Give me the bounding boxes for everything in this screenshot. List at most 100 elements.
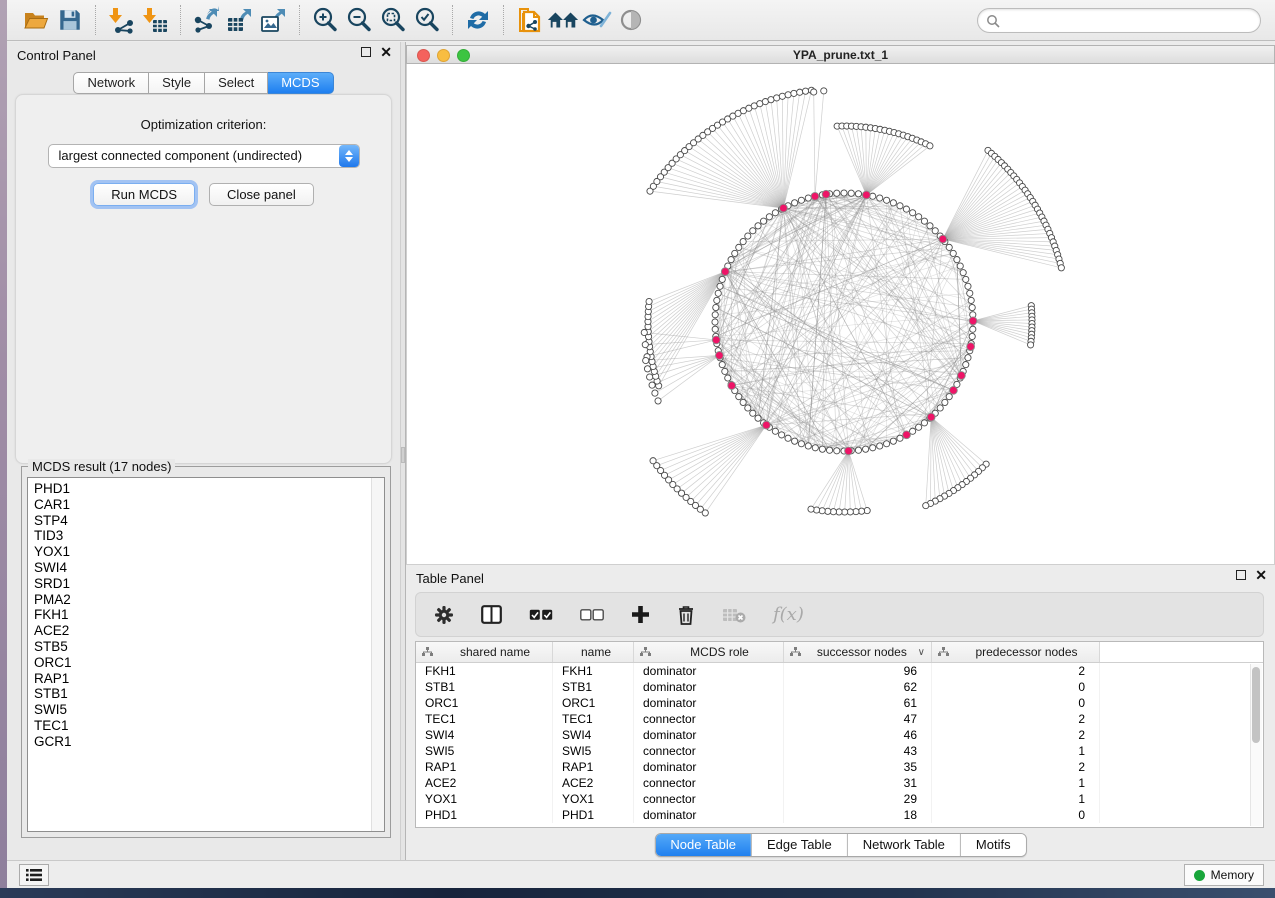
table-row[interactable]: SWI4SWI4dominator462 bbox=[416, 727, 1263, 743]
mcds-result-list[interactable]: PHD1CAR1STP4TID3YOX1SWI4SRD1PMA2FKH1ACE2… bbox=[27, 477, 385, 832]
toolbar-separator bbox=[95, 5, 96, 35]
select-all-icon[interactable] bbox=[529, 609, 553, 621]
network-canvas[interactable] bbox=[406, 64, 1275, 565]
table-row[interactable]: FKH1FKH1dominator962 bbox=[416, 663, 1263, 679]
save-session-icon[interactable] bbox=[53, 5, 87, 35]
network-graph[interactable] bbox=[407, 64, 1275, 565]
mcds-result-item[interactable]: SRD1 bbox=[34, 576, 384, 592]
mcds-list-scrollbar[interactable] bbox=[371, 478, 384, 831]
column-header-name[interactable]: name bbox=[553, 642, 634, 662]
close-panel-icon[interactable]: ✕ bbox=[380, 47, 392, 57]
tab-style[interactable]: Style bbox=[149, 72, 205, 94]
table-scrollbar[interactable] bbox=[1250, 664, 1262, 826]
zoom-fit-icon[interactable] bbox=[376, 5, 410, 35]
add-column-icon[interactable] bbox=[631, 605, 650, 624]
mcds-result-item[interactable]: SWI4 bbox=[34, 560, 384, 576]
deselect-all-icon[interactable] bbox=[580, 609, 604, 621]
status-bar: Memory bbox=[7, 860, 1275, 888]
mcds-result-item[interactable]: CAR1 bbox=[34, 497, 384, 513]
mcds-result-item[interactable]: ACE2 bbox=[34, 623, 384, 639]
table-row[interactable]: YOX1YOX1connector291 bbox=[416, 791, 1263, 807]
table-row[interactable]: TEC1TEC1connector472 bbox=[416, 711, 1263, 727]
table-scrollbar-thumb[interactable] bbox=[1252, 667, 1260, 743]
apply-layout-icon[interactable] bbox=[461, 5, 495, 35]
column-header-successor-nodes[interactable]: successor nodes∨ bbox=[784, 642, 932, 662]
mcds-result-item[interactable]: GCR1 bbox=[34, 734, 384, 750]
mcds-result-item[interactable]: STP4 bbox=[34, 513, 384, 529]
table-settings-icon[interactable] bbox=[434, 605, 454, 625]
tab-mcds[interactable]: MCDS bbox=[268, 72, 333, 94]
mcds-result-item[interactable]: YOX1 bbox=[34, 544, 384, 560]
table-tabs: Node TableEdge TableNetwork TableMotifs bbox=[654, 833, 1026, 857]
main-toolbar bbox=[7, 0, 1275, 41]
import-table-icon[interactable] bbox=[138, 5, 172, 35]
mcds-result-item[interactable]: PMA2 bbox=[34, 592, 384, 608]
splitter-grip-icon[interactable] bbox=[401, 447, 405, 463]
tab-select[interactable]: Select bbox=[205, 72, 268, 94]
mcds-result-title: MCDS result (17 nodes) bbox=[28, 459, 175, 474]
tab-edge-table[interactable]: Edge Table bbox=[751, 834, 847, 856]
maximize-window-icon[interactable] bbox=[457, 49, 470, 62]
select-stepper-icon bbox=[339, 145, 359, 167]
memory-button[interactable]: Memory bbox=[1184, 864, 1264, 886]
tab-network-table[interactable]: Network Table bbox=[847, 834, 960, 856]
table-header-row: shared namenameMCDS rolesuccessor nodes∨… bbox=[416, 642, 1263, 663]
mcds-result-item[interactable]: PHD1 bbox=[34, 481, 384, 497]
hide-selected-icon[interactable] bbox=[580, 5, 614, 35]
network-titlebar[interactable]: YPA_prune.txt_1 bbox=[406, 45, 1275, 64]
clone-network-icon[interactable] bbox=[512, 5, 546, 35]
apply-function-icon[interactable]: f(x) bbox=[773, 604, 804, 625]
mcds-result-item[interactable]: SWI5 bbox=[34, 702, 384, 718]
cytoscape-window: Control Panel ✕ NetworkStyleSelectMCDS O… bbox=[7, 0, 1275, 888]
table-row[interactable]: SWI5SWI5connector431 bbox=[416, 743, 1263, 759]
task-history-button[interactable] bbox=[19, 864, 49, 886]
toolbar-separator bbox=[180, 5, 181, 35]
close-table-panel-icon[interactable]: ✕ bbox=[1255, 570, 1267, 580]
close-window-icon[interactable] bbox=[417, 49, 430, 62]
mcds-result-item[interactable]: FKH1 bbox=[34, 607, 384, 623]
close-panel-button[interactable]: Close panel bbox=[209, 183, 314, 206]
mcds-result-item[interactable]: RAP1 bbox=[34, 671, 384, 687]
column-header-predecessor-nodes[interactable]: predecessor nodes bbox=[932, 642, 1100, 662]
optimization-select[interactable]: largest connected component (undirected) bbox=[48, 144, 360, 168]
delete-table-icon[interactable] bbox=[722, 607, 746, 623]
tab-motifs[interactable]: Motifs bbox=[960, 834, 1026, 856]
tab-network[interactable]: Network bbox=[73, 72, 149, 94]
control-panel-header: Control Panel ✕ bbox=[7, 42, 400, 68]
tab-node-table[interactable]: Node Table bbox=[655, 834, 751, 856]
export-image-icon[interactable] bbox=[257, 5, 291, 35]
zoom-in-icon[interactable] bbox=[308, 5, 342, 35]
search-input[interactable] bbox=[1005, 14, 1235, 28]
mcds-result-item[interactable]: STB1 bbox=[34, 686, 384, 702]
show-all-networks-icon[interactable] bbox=[546, 5, 580, 35]
export-network-icon[interactable] bbox=[189, 5, 223, 35]
table-row[interactable]: ACE2ACE2connector311 bbox=[416, 775, 1263, 791]
table-row[interactable]: STB1STB1dominator620 bbox=[416, 679, 1263, 695]
delete-column-icon[interactable] bbox=[677, 605, 695, 625]
minimize-window-icon[interactable] bbox=[437, 49, 450, 62]
zoom-selected-icon[interactable] bbox=[410, 5, 444, 35]
float-table-panel-icon[interactable] bbox=[1236, 570, 1246, 580]
mcds-result-item[interactable]: TID3 bbox=[34, 528, 384, 544]
node-table[interactable]: shared namenameMCDS rolesuccessor nodes∨… bbox=[415, 641, 1264, 828]
table-row[interactable]: RAP1RAP1dominator352 bbox=[416, 759, 1263, 775]
mcds-tab-content: Optimization criterion: largest connecte… bbox=[15, 94, 392, 464]
desktop-background-bottom bbox=[0, 888, 1275, 898]
mcds-result-item[interactable]: TEC1 bbox=[34, 718, 384, 734]
sort-indicator-icon: ∨ bbox=[918, 647, 931, 658]
show-columns-icon[interactable] bbox=[481, 605, 502, 624]
search-box[interactable] bbox=[977, 8, 1261, 33]
mcds-result-item[interactable]: ORC1 bbox=[34, 655, 384, 671]
show-hidden-icon[interactable] bbox=[614, 5, 648, 35]
float-panel-icon[interactable] bbox=[361, 47, 371, 57]
table-row[interactable]: PHD1PHD1dominator180 bbox=[416, 807, 1263, 823]
zoom-out-icon[interactable] bbox=[342, 5, 376, 35]
run-mcds-button[interactable]: Run MCDS bbox=[93, 183, 195, 206]
column-header-MCDS-role[interactable]: MCDS role bbox=[634, 642, 784, 662]
table-row[interactable]: ORC1ORC1dominator610 bbox=[416, 695, 1263, 711]
import-network-icon[interactable] bbox=[104, 5, 138, 35]
open-file-icon[interactable] bbox=[19, 5, 53, 35]
export-table-icon[interactable] bbox=[223, 5, 257, 35]
mcds-result-item[interactable]: STB5 bbox=[34, 639, 384, 655]
column-header-shared-name[interactable]: shared name bbox=[416, 642, 553, 662]
